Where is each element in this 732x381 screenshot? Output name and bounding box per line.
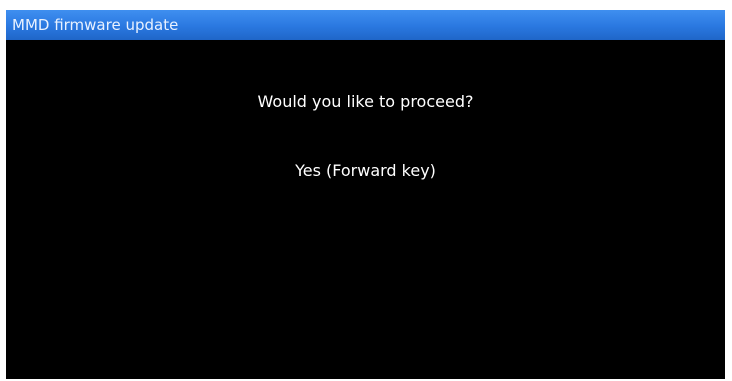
window-title: MMD firmware update: [12, 16, 179, 34]
title-bar: MMD firmware update: [6, 10, 725, 40]
firmware-update-screen: MMD firmware update Would you like to pr…: [6, 10, 725, 379]
yes-option[interactable]: Yes (Forward key): [6, 161, 725, 180]
proceed-prompt: Would you like to proceed?: [257, 92, 474, 111]
